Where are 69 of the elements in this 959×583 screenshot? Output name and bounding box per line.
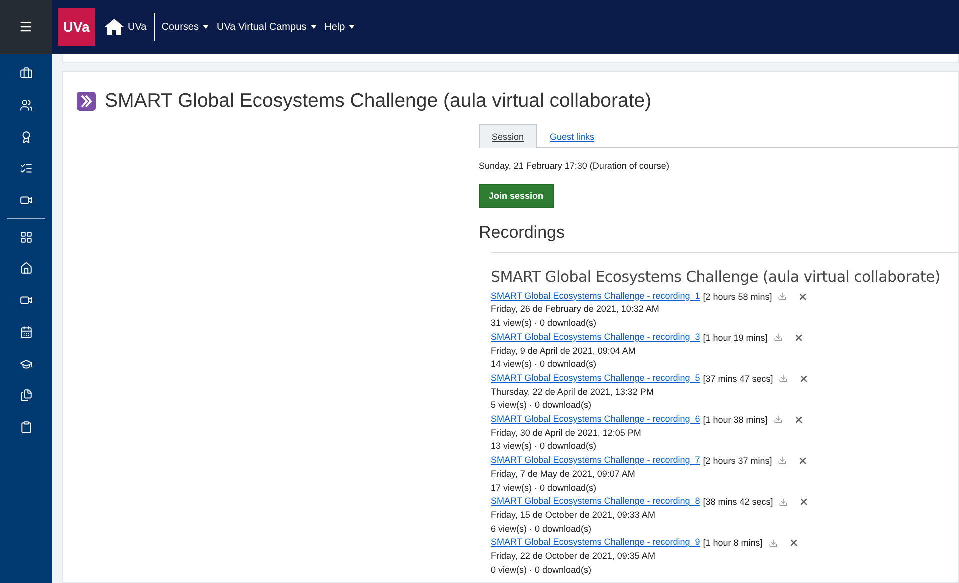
download-icon[interactable] [779,498,788,507]
recordings-title: SMART Global Ecosystems Challenge (aula virtual collaborate) [491,268,942,286]
collaborate-icon [77,92,96,111]
calendar-icon [20,326,32,339]
users-icon [20,99,32,112]
recording-link[interactable]: SMART Global Ecosystems Challenge - recording_7 [491,454,700,468]
recording-date: Friday, 9 de April de 2021, 09:04 AM [491,344,637,358]
recording-duration: [37 mins 47 secs] [703,374,774,384]
delete-icon[interactable] [794,414,804,425]
recording-stats: 13 view(s) · 0 download(s) [491,440,598,454]
logo[interactable]: UVa [58,8,95,46]
nav-menu[interactable]: Help [324,22,356,32]
recording-date: Friday, 22 de October de 2021, 09:35 AM [491,550,656,564]
list-icon [20,162,32,176]
graduation-cap-icon [20,358,32,371]
recording-date: Friday, 30 de April de 2021, 12:05 PM [491,426,642,440]
recording-link[interactable]: SMART Global Ecosystems Challenge - recording_6 [491,413,700,427]
home-icon [105,19,124,35]
home-icon [20,262,32,276]
section-heading: Recordings [479,222,566,243]
delete-icon[interactable] [799,497,810,508]
delete-icon[interactable] [794,332,804,343]
recording-duration: [38 mins 42 secs] [703,497,774,508]
recording-date: Thursday, 22 de April de 2021, 13:32 PM [491,386,655,399]
recording-stats: 31 view(s) · 0 download(s) [491,317,598,330]
delete-icon[interactable] [798,456,808,466]
session-time: Sunday, 21 February 17:30 (Duration of course) [479,160,670,173]
nav-menu[interactable]: Courses [162,22,209,32]
caret-icon [349,25,356,29]
recording-stats: 14 view(s) · 0 download(s) [491,358,598,372]
tab[interactable]: Session [479,124,538,148]
tab[interactable]: Guest links [537,124,608,148]
recording-date: Friday, 26 de February de 2021, 10:32 AM [491,303,660,316]
page-title: SMART Global Ecosystems Challenge (aula virtual collaborate) [105,90,652,113]
recording-duration: [1 hour 8 mins] [703,538,763,548]
recording-link[interactable]: SMART Global Ecosystems Challenge - recording_3 [491,330,700,345]
join-session-button[interactable]: Join session [479,184,554,208]
recording-link[interactable]: SMART Global Ecosystems Challenge - recording_5 [491,372,700,386]
recording-duration: [2 hours 37 mins] [703,456,772,466]
recording-stats: 0 view(s) · 0 download(s) [491,564,593,577]
briefcase-icon [20,67,32,80]
home-link[interactable]: UVa [105,19,147,35]
download-icon[interactable] [779,374,788,384]
files-icon [20,389,32,402]
grid-icon [20,230,32,244]
caret-icon [310,25,317,29]
recording-duration: [1 hour 19 mins] [703,332,768,343]
recording-duration: [2 hours 58 mins] [703,292,772,302]
recording-date: Friday, 15 de October de 2021, 09:33 AM [491,508,656,522]
recording-stats: 6 view(s) · 0 download(s) [491,522,593,536]
caret-icon [202,25,209,29]
delete-icon[interactable] [798,292,808,302]
download-icon[interactable] [778,456,788,466]
delete-icon[interactable] [799,374,810,384]
menu-icon [19,20,33,34]
recording-link[interactable]: SMART Global Ecosystems Challenge - recording_8 [491,495,700,509]
download-icon[interactable] [774,333,783,342]
nav-menu[interactable]: UVa Virtual Campus [216,22,317,32]
delete-icon[interactable] [788,538,799,548]
download-icon[interactable] [774,415,783,424]
download-icon[interactable] [778,292,788,302]
recording-link[interactable]: SMART Global Ecosystems Challenge - recording_9 [491,536,700,550]
recording-duration: [1 hour 38 mins] [703,414,768,425]
clipboard-icon [20,420,32,434]
recording-link[interactable]: SMART Global Ecosystems Challenge - recording_1 [491,290,700,304]
recording-stats: 17 view(s) · 0 download(s) [491,482,598,495]
download-icon[interactable] [768,538,778,548]
recording-stats: 5 view(s) · 0 download(s) [491,399,593,412]
recording-date: Friday, 7 de May de 2021, 09:07 AM [491,468,636,481]
